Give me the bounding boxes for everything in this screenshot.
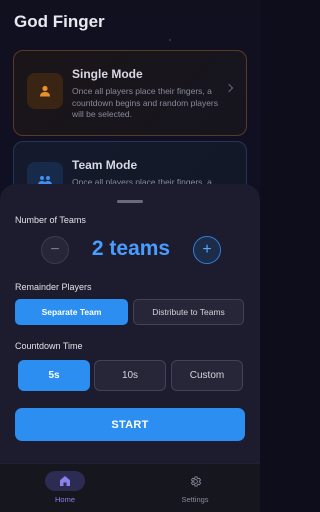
bottom-navigation: Home Settings — [0, 463, 260, 512]
single-mode-card[interactable]: Single Mode Once all players place their… — [13, 50, 247, 136]
gear-icon — [175, 471, 215, 491]
nav-item-settings[interactable]: Settings — [165, 471, 225, 504]
increase-teams-button[interactable]: + — [193, 236, 221, 264]
countdown-5s-option[interactable]: 5s — [18, 360, 90, 391]
nav-item-home[interactable]: Home — [35, 471, 95, 504]
teams-count-label: Number of Teams — [15, 215, 86, 225]
nav-settings-label: Settings — [181, 495, 209, 504]
start-button[interactable]: START — [15, 408, 245, 441]
remainder-players-label: Remainder Players — [15, 282, 92, 292]
single-mode-description: Once all players place their fingers, a … — [72, 86, 219, 119]
person-icon — [27, 73, 63, 109]
team-mode-title: Team Mode — [72, 158, 138, 172]
home-icon — [45, 471, 85, 491]
team-settings-sheet: Number of Teams − 2 teams + Remainder Pl… — [0, 184, 260, 463]
single-mode-title: Single Mode — [72, 67, 143, 81]
distribute-to-teams-option[interactable]: Distribute to Teams — [133, 299, 244, 325]
decrease-teams-button[interactable]: − — [41, 236, 69, 264]
countdown-time-label: Countdown Time — [15, 341, 83, 351]
sheet-drag-handle[interactable] — [117, 200, 143, 203]
countdown-custom-option[interactable]: Custom — [171, 360, 243, 391]
app-title: God Finger — [14, 12, 105, 31]
countdown-10s-option[interactable]: 10s — [94, 360, 166, 391]
separate-team-option[interactable]: Separate Team — [15, 299, 128, 325]
nav-home-label: Home — [54, 495, 75, 504]
teams-count-value: 2 teams — [91, 237, 171, 260]
